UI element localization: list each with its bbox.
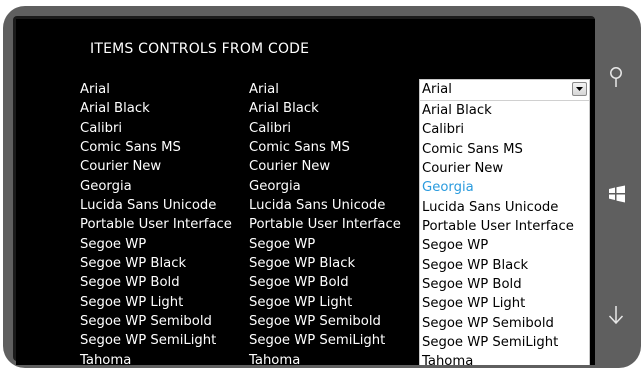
font-list-1-item[interactable]: Arial [80, 80, 232, 99]
font-list-2-item[interactable]: Arial Black [249, 99, 401, 118]
font-list-2-item[interactable]: Tahoma [249, 351, 401, 365]
arrow-down-icon[interactable] [608, 305, 624, 327]
font-combobox[interactable]: Arial Arial Black Calibri Comic Sans MS … [419, 79, 590, 365]
font-list-2-item[interactable]: Segoe WP Black [249, 254, 401, 273]
chevron-down-icon [576, 87, 583, 91]
combobox-option[interactable]: Calibri [420, 120, 589, 139]
font-list-1-item[interactable]: Segoe WP Semibold [80, 312, 232, 331]
combobox-option[interactable]: Segoe WP Black [420, 256, 589, 275]
font-list-1-item[interactable]: Segoe WP SemiLight [80, 331, 232, 350]
font-list-2-item[interactable]: Comic Sans MS [249, 138, 401, 157]
hardware-button-bar [595, 6, 641, 368]
font-list-2-item[interactable]: Georgia [249, 177, 401, 196]
combobox-option[interactable]: Segoe WP Light [420, 294, 589, 313]
dropdown-button[interactable] [572, 82, 587, 96]
font-list-1-item[interactable]: Lucida Sans Unicode [80, 196, 232, 215]
windows-logo-icon[interactable] [608, 185, 626, 203]
combobox-option[interactable]: Segoe WP SemiLight [420, 333, 589, 352]
combobox-header[interactable]: Arial [420, 80, 589, 101]
font-list-2-item[interactable]: Segoe WP [249, 235, 401, 254]
font-list-1-item[interactable]: Segoe WP Black [80, 254, 232, 273]
combobox-option-highlighted[interactable]: Georgia [420, 178, 589, 197]
font-list-1-item[interactable]: Segoe WP Light [80, 293, 232, 312]
combobox-option[interactable]: Lucida Sans Unicode [420, 198, 589, 217]
font-list-2-item[interactable]: Segoe WP Light [249, 293, 401, 312]
font-list-2-item[interactable]: Segoe WP Semibold [249, 312, 401, 331]
font-list-2-item[interactable]: Courier New [249, 157, 401, 176]
font-list-1-item[interactable]: Segoe WP Bold [80, 273, 232, 292]
font-list-1-item[interactable]: Calibri [80, 119, 232, 138]
font-list-1-item[interactable]: Portable User Interface [80, 215, 232, 234]
combobox-option[interactable]: Segoe WP Semibold [420, 314, 589, 333]
font-list-1-item[interactable]: Georgia [80, 177, 232, 196]
font-list-1-item[interactable]: Courier New [80, 157, 232, 176]
font-list-2-item[interactable]: Segoe WP SemiLight [249, 331, 401, 350]
font-list-2-item[interactable]: Portable User Interface [249, 215, 401, 234]
combobox-option[interactable]: Comic Sans MS [420, 140, 589, 159]
font-list-2-item[interactable]: Segoe WP Bold [249, 273, 401, 292]
page-title: ITEMS CONTROLS FROM CODE [90, 41, 310, 57]
font-list-1-item[interactable]: Comic Sans MS [80, 138, 232, 157]
search-icon[interactable] [608, 66, 624, 88]
app-screen: ITEMS CONTROLS FROM CODE Arial Arial Bla… [16, 19, 595, 365]
combobox-dropdown-list[interactable]: Arial Black Calibri Comic Sans MS Courie… [420, 101, 589, 365]
combobox-option[interactable]: Courier New [420, 159, 589, 178]
phone-device-frame: ITEMS CONTROLS FROM CODE Arial Arial Bla… [3, 6, 641, 368]
combobox-selected-value[interactable]: Arial [422, 80, 452, 100]
font-list-1-item[interactable]: Segoe WP [80, 235, 232, 254]
font-list-2-item[interactable]: Lucida Sans Unicode [249, 196, 401, 215]
font-list-2-item[interactable]: Calibri [249, 119, 401, 138]
font-list-1-item[interactable]: Tahoma [80, 351, 232, 365]
combobox-option[interactable]: Tahoma [420, 352, 589, 365]
font-list-1-item[interactable]: Arial Black [80, 99, 232, 118]
font-list-1[interactable]: Arial Arial Black Calibri Comic Sans MS … [80, 80, 232, 365]
combobox-option[interactable]: Arial Black [420, 101, 589, 120]
font-list-2-item[interactable]: Arial [249, 80, 401, 99]
font-list-2[interactable]: Arial Arial Black Calibri Comic Sans MS … [249, 80, 401, 365]
combobox-option[interactable]: Portable User Interface [420, 217, 589, 236]
combobox-option[interactable]: Segoe WP Bold [420, 275, 589, 294]
combobox-option[interactable]: Segoe WP [420, 236, 589, 255]
